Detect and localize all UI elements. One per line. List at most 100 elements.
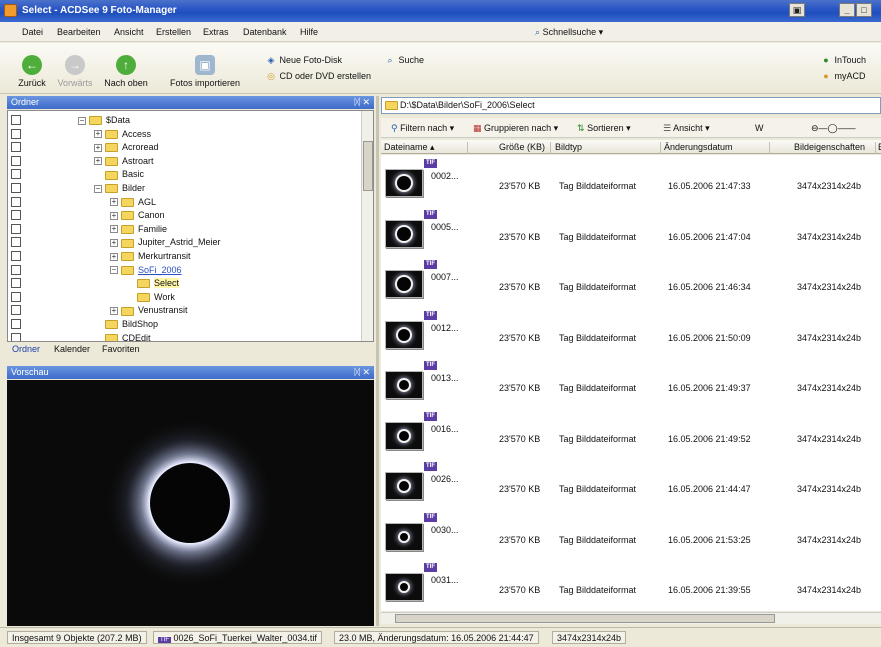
import-button[interactable]: ▣ Fotos importieren (166, 55, 244, 88)
col-props[interactable]: Bildeigenschaften (794, 142, 876, 154)
tree-checkbox[interactable] (11, 196, 21, 207)
col-size[interactable]: Größe (KB) (499, 142, 551, 154)
tree-checkbox[interactable] (11, 142, 21, 153)
menu-ansicht[interactable]: Ansicht (114, 27, 144, 37)
tab-ordner[interactable]: Ordner (12, 344, 40, 354)
tree-checkbox[interactable] (11, 155, 21, 166)
pin-close-icon[interactable]: ᛞ ✕ (355, 96, 370, 109)
expand-icon[interactable]: + (94, 143, 102, 152)
expand-icon[interactable]: + (110, 211, 118, 220)
tree-checkbox[interactable] (11, 278, 21, 289)
view-button[interactable]: ☰ Ansicht ▾ (663, 123, 710, 134)
tree-item[interactable]: + Jupiter_Astrid_Meier (110, 235, 221, 249)
intouch-button[interactable]: ● InTouch (820, 55, 866, 65)
new-disk-button[interactable]: ◈ Neue Foto-Disk (265, 55, 343, 66)
up-button[interactable]: ↑ Nach oben (100, 55, 152, 88)
tree-item[interactable]: BildShop (94, 317, 158, 331)
file-row[interactable]: TIF 0013... 23'570 KB Tag Bilddateiformat 16… (381, 357, 881, 407)
menu-datei[interactable]: Datei (22, 27, 43, 37)
file-row[interactable]: TIF 0030... 23'570 KB Tag Bilddateiformat 16… (381, 509, 881, 559)
col-type[interactable]: Bildtyp (555, 142, 661, 154)
zoom-slider[interactable]: ⊖—◯—— (811, 123, 856, 134)
col-filename[interactable]: Dateiname ▴ (384, 142, 468, 154)
expand-icon[interactable]: + (110, 198, 118, 207)
expand-icon[interactable]: + (110, 307, 118, 316)
minimize-button[interactable]: _ (839, 3, 855, 17)
tree-checkbox[interactable] (11, 291, 21, 302)
tab-kalender[interactable]: Kalender (54, 344, 90, 354)
tree-item[interactable]: + Familie (110, 222, 167, 236)
file-row[interactable]: TIF 0005... 23'570 KB Tag Bilddateiformat 16… (381, 206, 881, 256)
w-button[interactable]: W (755, 123, 764, 133)
menu-extras[interactable]: Extras (203, 27, 229, 37)
tree-item[interactable]: + Merkurtransit (110, 249, 191, 263)
expand-icon[interactable]: + (110, 225, 118, 234)
tree-item[interactable]: + Astroart (94, 154, 154, 168)
tree-checkbox[interactable] (11, 305, 21, 316)
tree-checkbox[interactable] (11, 319, 21, 329)
search-button[interactable]: ⌕ Suche (384, 55, 424, 66)
tree-item[interactable]: Select (126, 276, 180, 290)
tree-scrollbar[interactable] (361, 111, 373, 341)
collapse-icon[interactable]: − (94, 184, 102, 193)
tab-favoriten[interactable]: Favoriten (102, 344, 140, 354)
filter-button[interactable]: ⚲ Filtern nach ▾ (391, 123, 454, 134)
tree-item[interactable]: + Access (94, 127, 151, 141)
scrollbar-thumb[interactable] (395, 614, 775, 623)
expand-icon[interactable]: + (94, 130, 102, 139)
pin-close-icon[interactable]: ᛞ ✕ (355, 366, 370, 379)
tree-item[interactable]: + Venustransit (110, 303, 188, 317)
file-row[interactable]: TIF 0002... 23'570 KB Tag Bilddateiformat 16… (381, 155, 881, 205)
col-date[interactable]: Änderungsdatum (664, 142, 770, 154)
tree-item[interactable]: − $Data (78, 113, 130, 127)
scrollbar-thumb[interactable] (363, 141, 373, 191)
back-button[interactable]: ← Zurück (14, 55, 50, 88)
tree-checkbox[interactable] (11, 251, 21, 261)
tree-checkbox[interactable] (11, 128, 21, 139)
file-row[interactable]: TIF 0031... 23'570 KB Tag Bilddateiformat 16… (381, 559, 881, 609)
file-row[interactable]: TIF 0012... 23'570 KB Tag Bilddateiformat 16… (381, 307, 881, 357)
menu-erstellen[interactable]: Erstellen (156, 27, 191, 37)
tree-item[interactable]: − SoFi_2006 (110, 263, 182, 277)
expand-icon[interactable]: + (94, 157, 102, 166)
path-bar[interactable]: D:\$Data\Bilder\SoFi_2006\Select (381, 97, 881, 114)
tree-checkbox[interactable] (11, 223, 21, 234)
restore-icon[interactable]: ▣ (789, 3, 805, 17)
tree-checkbox[interactable] (11, 183, 21, 193)
maximize-button[interactable]: □ (856, 3, 872, 17)
collapse-icon[interactable]: − (110, 266, 118, 275)
file-row[interactable]: TIF 0007... 23'570 KB Tag Bilddateiformat 16… (381, 256, 881, 306)
tree-checkbox[interactable] (11, 169, 21, 180)
tree-item[interactable]: Work (126, 290, 175, 304)
tif-badge-icon: TIF (424, 209, 437, 219)
tree-item[interactable]: − Bilder (94, 181, 145, 195)
tree-checkbox[interactable] (11, 210, 21, 221)
tree-item[interactable]: + Canon (110, 208, 165, 222)
sort-button[interactable]: ⇅ Sortieren ▾ (577, 123, 631, 134)
file-props: 3474x2314x24b (797, 484, 862, 494)
menu-bearbeiten[interactable]: Bearbeiten (57, 27, 101, 37)
tree-checkbox[interactable] (11, 264, 21, 275)
quicksearch-box[interactable]: ⌕ Schnellsuche ▾ (535, 27, 603, 38)
myacd-button[interactable]: ● myACD (820, 71, 865, 81)
file-row[interactable]: TIF 0016... 23'570 KB Tag Bilddateiformat 16… (381, 408, 881, 458)
group-button[interactable]: ▦ Gruppieren nach ▾ (473, 123, 558, 134)
file-row[interactable]: TIF 0026... 23'570 KB Tag Bilddateiformat 16… (381, 458, 881, 508)
cd-dvd-button[interactable]: ◎ CD oder DVD erstellen (265, 71, 371, 82)
splitter[interactable] (376, 96, 379, 626)
tree-checkbox[interactable] (11, 115, 21, 125)
forward-button[interactable]: → Vorwärts (55, 55, 95, 88)
menu-datenbank[interactable]: Datenbank (243, 27, 287, 37)
tree-checkbox[interactable] (11, 237, 21, 248)
tree-item[interactable]: CDEdit (94, 331, 151, 341)
tree-item[interactable]: + AGL (110, 195, 156, 209)
expand-icon[interactable]: + (110, 252, 118, 261)
collapse-icon[interactable]: − (78, 116, 86, 125)
import-label: Fotos importieren (169, 78, 241, 88)
tree-item[interactable]: Basic (94, 167, 144, 181)
tree-item[interactable]: + Acroread (94, 140, 159, 154)
horizontal-scrollbar[interactable] (381, 612, 881, 624)
menu-hilfe[interactable]: Hilfe (300, 27, 318, 37)
tree-checkbox[interactable] (11, 332, 21, 341)
expand-icon[interactable]: + (110, 239, 118, 248)
